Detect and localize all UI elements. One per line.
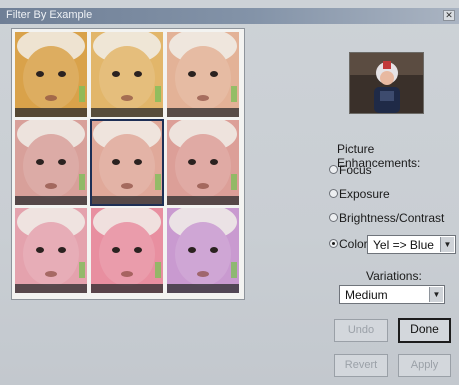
radio-focus-label: Focus [339,163,372,177]
close-icon[interactable]: ✕ [443,10,455,21]
thumb-pink[interactable] [167,116,239,205]
filter-by-example-window: Filter By Example ✕ Picture Enhancements… [0,0,459,385]
thumb-yellow[interactable] [91,28,163,117]
revert-button[interactable]: Revert [334,354,388,377]
preview-photo [350,53,423,113]
radio-focus-button[interactable] [329,165,338,175]
baby-face-photo [15,204,87,293]
radio-color[interactable]: Color [329,237,368,253]
undo-button[interactable]: Undo [334,319,388,342]
done-button[interactable]: Done [398,318,451,343]
thumb-magenta[interactable] [15,204,87,293]
color-direction-select[interactable]: Yel => Blue ▼ [367,235,456,254]
baby-face-photo [167,204,239,293]
radio-exposure-button[interactable] [329,189,338,199]
baby-face-photo [15,116,87,205]
thumb-hotpink[interactable] [91,204,163,293]
thumb-rose[interactable] [15,116,87,205]
window-title: Filter By Example [6,9,93,21]
radio-color-label: Color [339,237,368,251]
radio-exposure[interactable]: Exposure [329,187,390,203]
baby-face-photo [91,204,163,293]
variations-label: Variations: [366,269,422,283]
variations-value: Medium [345,288,388,302]
color-direction-value: Yel => Blue [373,238,434,252]
radio-brightness-contrast-button[interactable] [329,213,338,223]
thumb-orange[interactable] [15,28,87,117]
chevron-down-icon[interactable]: ▼ [429,287,443,302]
radio-exposure-label: Exposure [339,187,390,201]
baby-face-photo [167,116,239,205]
title-bar[interactable]: Filter By Example ✕ [0,8,459,24]
thumb-center[interactable] [90,116,164,206]
apply-button[interactable]: Apply [398,354,451,377]
baby-face-photo [91,28,163,117]
original-preview [349,52,424,114]
chevron-down-icon[interactable]: ▼ [440,237,454,252]
baby-face-photo [91,116,163,205]
radio-focus[interactable]: Focus [329,163,372,179]
radio-brightness-contrast-label: Brightness/Contrast [339,211,445,225]
baby-face-photo [15,28,87,117]
thumb-peach[interactable] [167,28,239,117]
radio-color-button[interactable] [329,239,338,249]
thumb-violet[interactable] [167,204,239,293]
variations-select[interactable]: Medium ▼ [339,285,445,304]
variation-grid [11,28,245,300]
radio-brightness-contrast[interactable]: Brightness/Contrast [329,211,444,227]
baby-face-photo [167,28,239,117]
